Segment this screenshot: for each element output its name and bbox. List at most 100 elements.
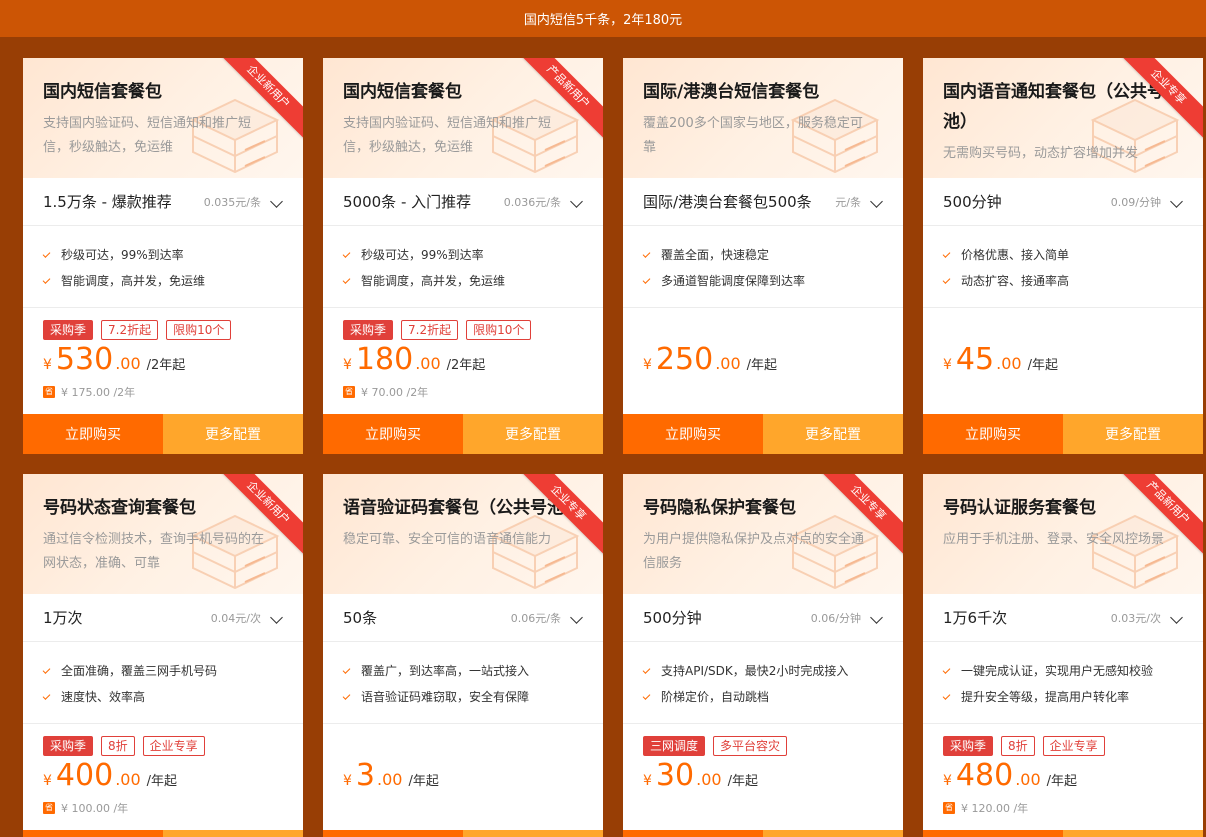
buy-now-button[interactable]: 立即购买 — [923, 830, 1063, 837]
card-description: 覆盖200多个国家与地区，服务稳定可靠 — [643, 116, 863, 155]
chevron-down-icon[interactable] — [570, 195, 583, 208]
package-grid: 国内短信套餐包 支持国内验证码、短信通知和推广短信，秒级触达，免运维 企业新用户 1.… — [0, 0, 1206, 837]
more-config-button[interactable]: 更多配置 — [163, 414, 303, 454]
promo-tag: 企业专享 — [142, 736, 205, 756]
savings-amount: ¥ 175.00 /2年 — [61, 386, 136, 399]
more-config-button[interactable]: 更多配置 — [1063, 830, 1203, 837]
card-actions: 立即购买更多配置 — [623, 414, 903, 454]
chevron-down-icon[interactable] — [870, 195, 883, 208]
buy-now-button[interactable]: 立即购买 — [623, 830, 763, 837]
feature-list: 秒级可达，99%到达率 智能调度，高并发，免运维 — [323, 226, 603, 308]
feature-item: 秒级可达，99%到达率 — [342, 242, 583, 268]
more-config-button[interactable]: 更多配置 — [463, 830, 603, 837]
price: ¥250.00/年起 — [643, 342, 883, 382]
price-integer: 30 — [655, 758, 695, 793]
promo-tag: 采购季 — [943, 736, 994, 756]
feature-item: 阶梯定价，自动跳档 — [642, 684, 883, 710]
price-decimal: .00 — [377, 770, 403, 789]
price-period: /年起 — [408, 774, 439, 789]
feature-list: 覆盖广，到达率高，一站式接入 语音验证码难窃取，安全有保障 — [323, 642, 603, 724]
check-icon — [42, 691, 51, 700]
card-actions: 立即购买更多配置 — [23, 414, 303, 454]
spec-select[interactable]: 1万6千次 0.03元/次 — [923, 594, 1203, 642]
check-icon — [42, 249, 51, 258]
price-section: ¥250.00/年起 — [623, 308, 903, 414]
card-title: 国际/港澳台短信套餐包 — [643, 82, 820, 102]
spec-select[interactable]: 500分钟 0.09/分钟 — [923, 178, 1203, 226]
buy-now-button[interactable]: 立即购买 — [623, 414, 763, 454]
buy-now-button[interactable]: 立即购买 — [323, 830, 463, 837]
feature-list: 一键完成认证，实现用户无感知校验提升安全等级，提高用户转化率 — [923, 642, 1203, 724]
package-card: 语音验证码套餐包（公共号池） 稳定可靠、安全可信的语音通信能力 企业专享 50条 0.0… — [323, 474, 603, 837]
check-icon — [42, 665, 51, 674]
card-actions: 立即购买更多配置 — [923, 414, 1203, 454]
chevron-down-icon[interactable] — [270, 611, 283, 624]
buy-now-button[interactable]: 立即购买 — [23, 414, 163, 454]
chevron-down-icon[interactable] — [270, 195, 283, 208]
price-section: 采购季 8折 企业专享 ¥480.00/年起省 ¥ 120.00 /年 — [923, 724, 1203, 830]
price-period: /年起 — [146, 774, 178, 789]
spec-select[interactable]: 5000条 - 入门推荐 0.036元/条 — [323, 178, 603, 226]
check-icon — [642, 249, 651, 258]
feature-text: 智能调度，高并发，免运维 — [61, 274, 206, 288]
savings: 省 ¥ 70.00 /2年 — [343, 384, 583, 400]
price: ¥45.00/年起 — [943, 342, 1183, 382]
price: ¥3.00/年起 — [343, 758, 583, 798]
card-description: 支持国内验证码、短信通知和推广短信，秒级触达，免运维 — [43, 116, 252, 155]
check-icon — [642, 691, 651, 700]
check-icon — [342, 275, 351, 284]
card-description: 通过信令检测技术，查询手机号码的在网状态，准确、可靠 — [43, 532, 265, 571]
feature-item: 一键完成认证，实现用户无感知校验 — [942, 658, 1183, 684]
spec-select[interactable]: 50条 0.06元/条 — [323, 594, 603, 642]
feature-item: 提升安全等级，提高用户转化率 — [942, 684, 1183, 710]
spec-select[interactable]: 国际/港澳台套餐包500条 元/条 — [623, 178, 903, 226]
feature-list: 全面准确，覆盖三网手机号码 速度快、效率高 — [23, 642, 303, 724]
buy-now-button[interactable]: 立即购买 — [923, 414, 1063, 454]
spec-select-value: 1万6千次 — [943, 609, 1008, 627]
card-actions: 立即购买更多配置 — [923, 830, 1203, 837]
chevron-down-icon[interactable] — [570, 611, 583, 624]
unit-price: 0.03元/次 — [1110, 611, 1161, 625]
chevron-down-icon[interactable] — [1170, 611, 1183, 624]
feature-text: 速度快、效率高 — [61, 690, 146, 704]
savings-badge-icon: 省 — [43, 802, 55, 814]
price-integer: 480 — [955, 758, 1014, 793]
spec-select[interactable]: 1.5万条 - 爆款推荐 0.035元/条 — [23, 178, 303, 226]
price: ¥180.00/2年起 — [343, 342, 583, 382]
promo-tag: 采购季 — [343, 320, 394, 340]
check-icon — [942, 691, 951, 700]
spec-select[interactable]: 500分钟 0.06/分钟 — [623, 594, 903, 642]
feature-text: 秒级可达，99%到达率 — [361, 248, 484, 262]
promo-tag: 采购季 — [43, 736, 94, 756]
check-icon — [642, 275, 651, 284]
feature-list: 覆盖全面，快速稳定 多通道智能调度保障到达率 — [623, 226, 903, 308]
package-card: 国内语音通知套餐包（公共号池） 无需购买号码，动态扩容增加并发 企业专享 500分钟 0… — [923, 58, 1203, 454]
buy-now-button[interactable]: 立即购买 — [323, 414, 463, 454]
price-section: ¥45.00/年起 — [923, 308, 1203, 414]
feature-text: 阶梯定价，自动跳档 — [661, 690, 770, 704]
more-config-button[interactable]: 更多配置 — [1063, 414, 1203, 454]
promo-tag: 采购季 — [43, 320, 94, 340]
more-config-button[interactable]: 更多配置 — [763, 414, 903, 454]
savings: 省 ¥ 175.00 /2年 — [43, 384, 283, 400]
more-config-button[interactable]: 更多配置 — [763, 830, 903, 837]
feature-text: 价格优惠、接入简单 — [961, 248, 1070, 262]
promo-tags: 采购季 8折 企业专享 — [43, 736, 283, 756]
currency-symbol: ¥ — [343, 357, 352, 373]
feature-item: 语音验证码难窃取，安全有保障 — [342, 684, 583, 710]
check-icon — [942, 665, 951, 674]
chevron-down-icon[interactable] — [1170, 195, 1183, 208]
promo-tags: 采购季 7.2折起 限购10个 — [343, 320, 583, 340]
more-config-button[interactable]: 更多配置 — [463, 414, 603, 454]
card-description: 无需购买号码，动态扩容增加并发 — [943, 146, 1139, 161]
card-description: 稳定可靠、安全可信的语音通信能力 — [343, 532, 552, 547]
spec-select[interactable]: 1万次 0.04元/次 — [23, 594, 303, 642]
feature-text: 提升安全等级，提高用户转化率 — [961, 690, 1130, 704]
chevron-down-icon[interactable] — [870, 611, 883, 624]
more-config-button[interactable]: 更多配置 — [163, 830, 303, 837]
feature-item: 支持API/SDK，最快2小时完成接入 — [642, 658, 883, 684]
price: ¥400.00/年起 — [43, 758, 283, 798]
price-decimal: .00 — [996, 354, 1022, 373]
feature-text: 秒级可达，99%到达率 — [61, 248, 184, 262]
buy-now-button[interactable]: 立即购买 — [23, 830, 163, 837]
